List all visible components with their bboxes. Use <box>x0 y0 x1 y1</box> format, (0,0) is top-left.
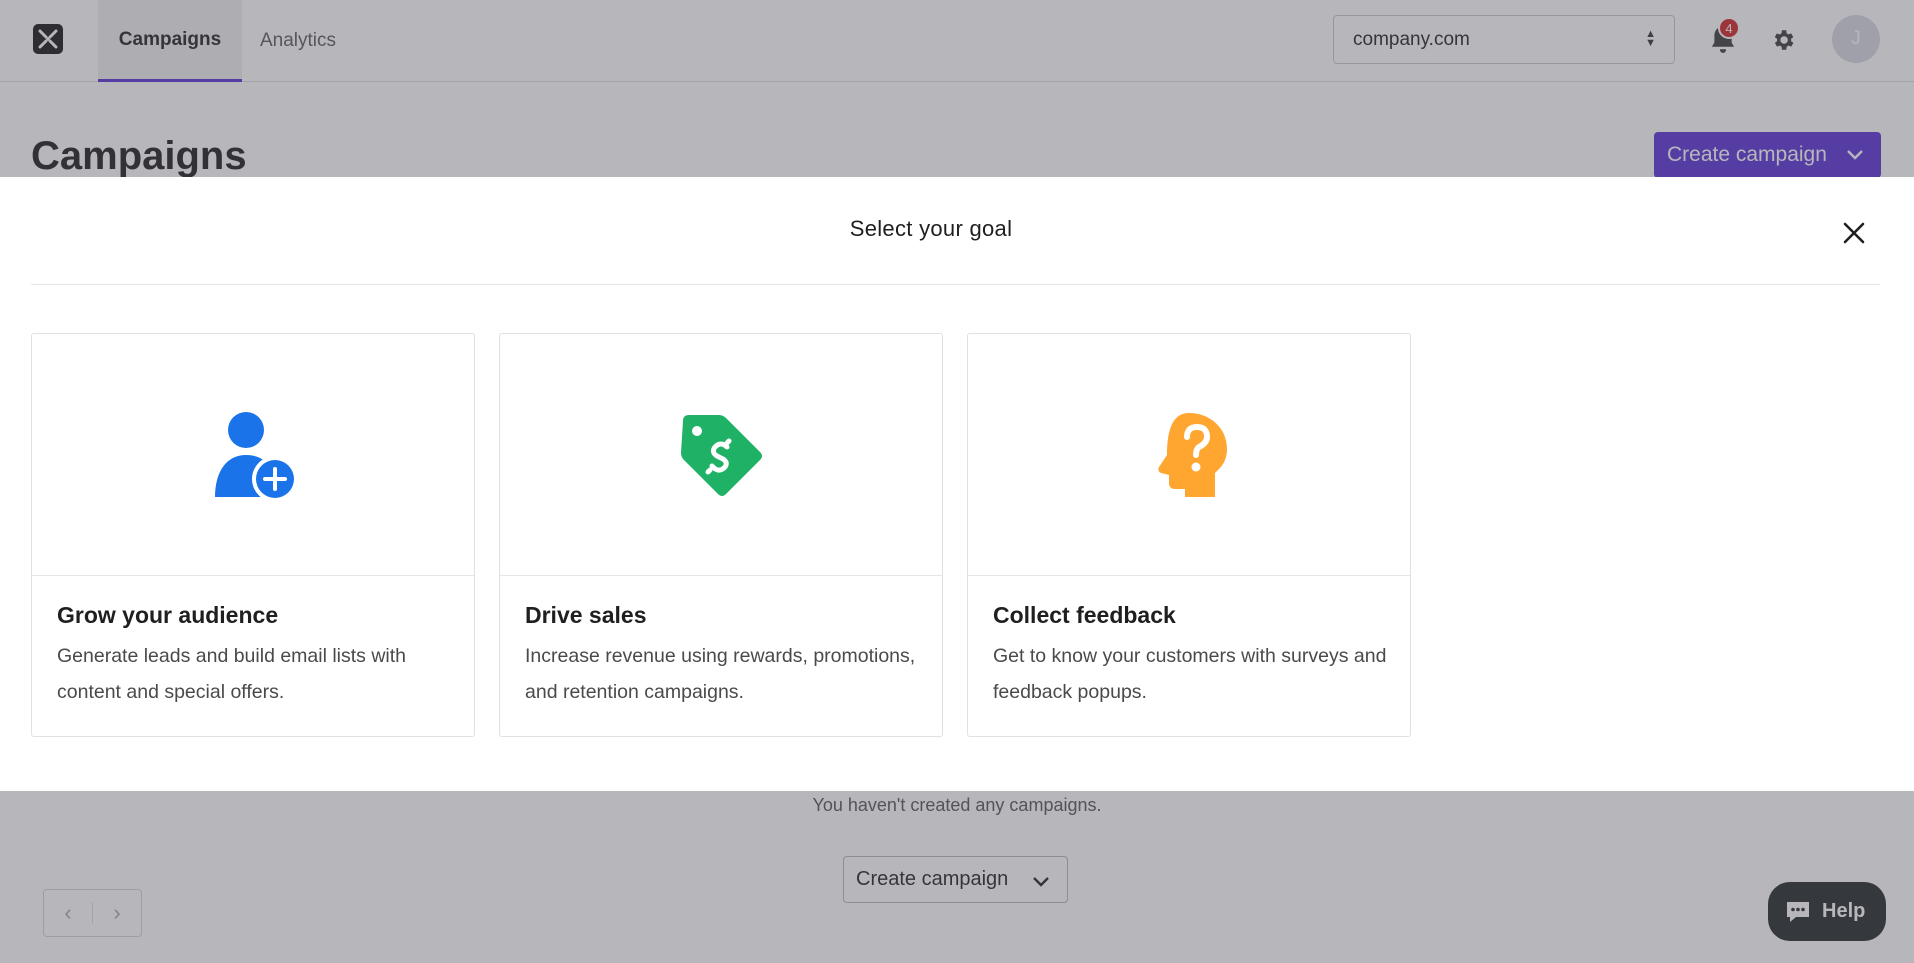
goal-card-title: Grow your audience <box>57 602 279 628</box>
user-plus-icon <box>215 411 298 501</box>
goal-card-icon-area <box>500 334 942 576</box>
modal-title: Select your goal <box>849 216 1013 241</box>
goal-card-description: Get to know your customers with surveys … <box>993 645 1387 703</box>
goal-card-drive-sales[interactable]: Drive sales Increase revenue using rewar… <box>499 333 943 737</box>
goal-card-description: Generate leads and build email lists wit… <box>57 645 407 703</box>
goal-card-description: Increase revenue using rewards, promotio… <box>525 645 916 703</box>
goal-card-title: Drive sales <box>525 602 647 628</box>
goal-card-collect-feedback[interactable]: Collect feedback Get to know your custom… <box>967 333 1411 737</box>
goal-card-icon-area <box>32 334 474 576</box>
close-icon[interactable] <box>1838 217 1870 249</box>
goal-card-grow-audience[interactable]: Grow your audience Generate leads and bu… <box>31 333 475 737</box>
modal-divider <box>31 284 1880 285</box>
goal-modal: Select your goal Grow your audience Gene… <box>0 177 1914 791</box>
goal-card-title: Collect feedback <box>993 602 1176 628</box>
price-tag-icon <box>681 414 762 496</box>
head-question-icon <box>1158 412 1227 497</box>
goal-card-icon-area <box>968 334 1410 576</box>
